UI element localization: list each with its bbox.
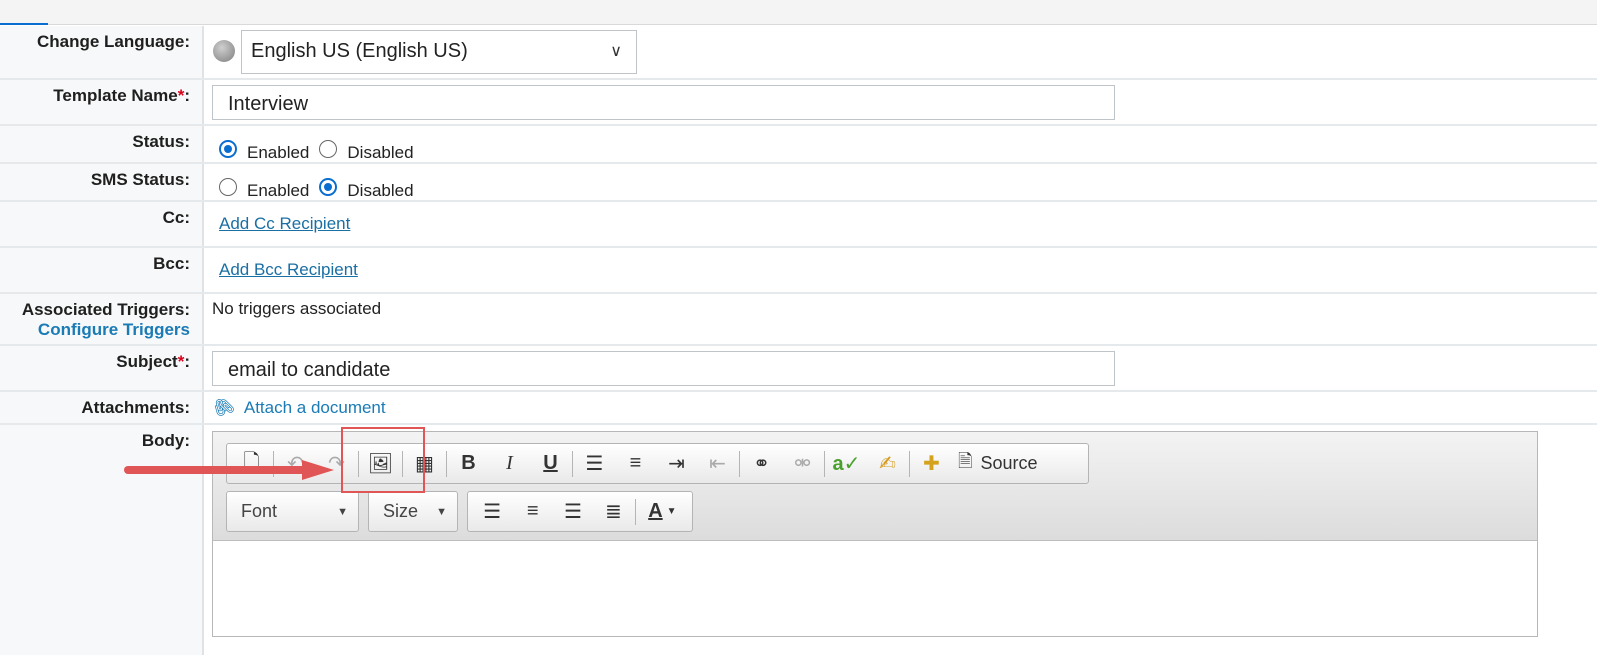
dropdown-arrow-icon: ▼ (337, 505, 348, 518)
font-label: Font (241, 501, 278, 521)
attach-document-label: Attach a document (243, 397, 386, 417)
row-bcc: Bcc: Add Bcc Recipient (0, 248, 1597, 294)
configure-triggers-link[interactable]: Configure Triggers (0, 320, 190, 340)
status-label: Status: (0, 126, 204, 162)
template-name-input[interactable] (212, 85, 1115, 120)
row-cc: Cc: Add Cc Recipient (0, 202, 1597, 248)
associated-triggers-label: Associated Triggers: Configure Triggers (0, 294, 204, 344)
italic-icon[interactable]: I (489, 447, 530, 481)
paperclip-icon: 🖇 (208, 392, 239, 422)
indent-icon[interactable]: ⇥ (656, 447, 697, 481)
change-language-label: Change Language: (0, 26, 204, 78)
triggers-value: No triggers associated (212, 299, 382, 318)
status-radio-group: Enabled Disabled (219, 135, 424, 163)
spellcheck-icon[interactable]: a✓ (826, 447, 867, 481)
row-status: Status: Enabled Disabled (0, 126, 1597, 164)
toolbar-row-2-align: ☰ ≡ ☰ ≣ A ▼ (467, 491, 693, 532)
text-color-button[interactable]: A ▼ (637, 495, 688, 529)
annotation-arrow (124, 460, 334, 480)
sms-disabled-radio[interactable] (319, 178, 338, 196)
template-name-label: Template Name*: (0, 80, 204, 124)
add-bcc-recipient-link[interactable]: Add Bcc Recipient (219, 260, 358, 280)
bcc-label: Bcc: (0, 248, 204, 292)
bold-icon[interactable]: B (448, 447, 489, 481)
email-template-form: Change Language: English US (English US)… (0, 26, 1597, 655)
underline-icon[interactable]: U (530, 447, 571, 481)
top-bar (0, 0, 1597, 25)
globe-icon (213, 40, 235, 62)
sms-status-label: SMS Status: (0, 164, 204, 200)
source-icon: 🗎 (958, 450, 973, 471)
size-label: Size (383, 501, 419, 521)
status-enabled-radio[interactable] (219, 140, 237, 158)
dropdown-arrow-icon: ▼ (436, 505, 447, 518)
status-enabled-label: Enabled (247, 143, 310, 162)
language-select[interactable]: English US (English US) ∨ (241, 30, 637, 74)
sms-status-radio-group: Enabled Disabled (219, 173, 424, 201)
annotation-highlight-box (341, 427, 425, 493)
font-dropdown[interactable]: Font ▼ (226, 491, 359, 532)
add-cc-recipient-link[interactable]: Add Cc Recipient (219, 214, 350, 234)
bullet-list-icon[interactable]: ≡ (615, 447, 656, 481)
row-subject: Subject*: (0, 346, 1597, 392)
source-label: Source (980, 453, 1038, 473)
size-dropdown[interactable]: Size ▼ (368, 491, 458, 532)
language-select-value: English US (English US) (251, 40, 468, 62)
editor-content-area[interactable] (213, 541, 1537, 636)
attachments-label: Attachments: (0, 392, 204, 423)
align-right-icon[interactable]: ☰ (553, 495, 593, 529)
status-disabled-label: Disabled (347, 143, 414, 162)
row-sms-status: SMS Status: Enabled Disabled (0, 164, 1597, 202)
status-disabled-radio[interactable] (319, 140, 338, 158)
attach-document-link[interactable]: 🖇 Attach a document (208, 393, 386, 422)
subject-input[interactable] (212, 351, 1115, 386)
align-center-icon[interactable]: ≡ (512, 495, 552, 529)
sms-disabled-label: Disabled (347, 181, 414, 200)
sms-enabled-label: Enabled (247, 181, 310, 200)
outdent-icon[interactable]: ⇤ (697, 447, 738, 481)
row-attachments: Attachments: 🖇 Attach a document (0, 392, 1597, 425)
source-button[interactable]: 🗎 Source (952, 449, 1044, 479)
align-left-icon[interactable]: ☰ (472, 495, 512, 529)
sms-enabled-radio[interactable] (219, 178, 237, 196)
row-associated-triggers: Associated Triggers: Configure Triggers … (0, 294, 1597, 346)
row-template-name: Template Name*: (0, 80, 1597, 126)
row-change-language: Change Language: English US (English US)… (0, 26, 1597, 80)
chevron-down-icon: ∨ (610, 43, 622, 60)
subject-label: Subject*: (0, 346, 204, 390)
placeholder-icon[interactable]: ✚ (911, 447, 952, 481)
format-painter-icon[interactable]: ✍ (867, 447, 908, 481)
dropdown-arrow-icon: ▼ (666, 506, 677, 517)
active-tab-indicator (0, 23, 48, 25)
cc-label: Cc: (0, 202, 204, 246)
link-icon[interactable]: ⚭ (741, 447, 782, 481)
text-color-icon: A (648, 500, 663, 522)
unlink-icon[interactable]: ⚮ (782, 447, 823, 481)
justify-icon[interactable]: ≣ (593, 495, 633, 529)
numbered-list-icon[interactable]: ☰ (574, 447, 615, 481)
